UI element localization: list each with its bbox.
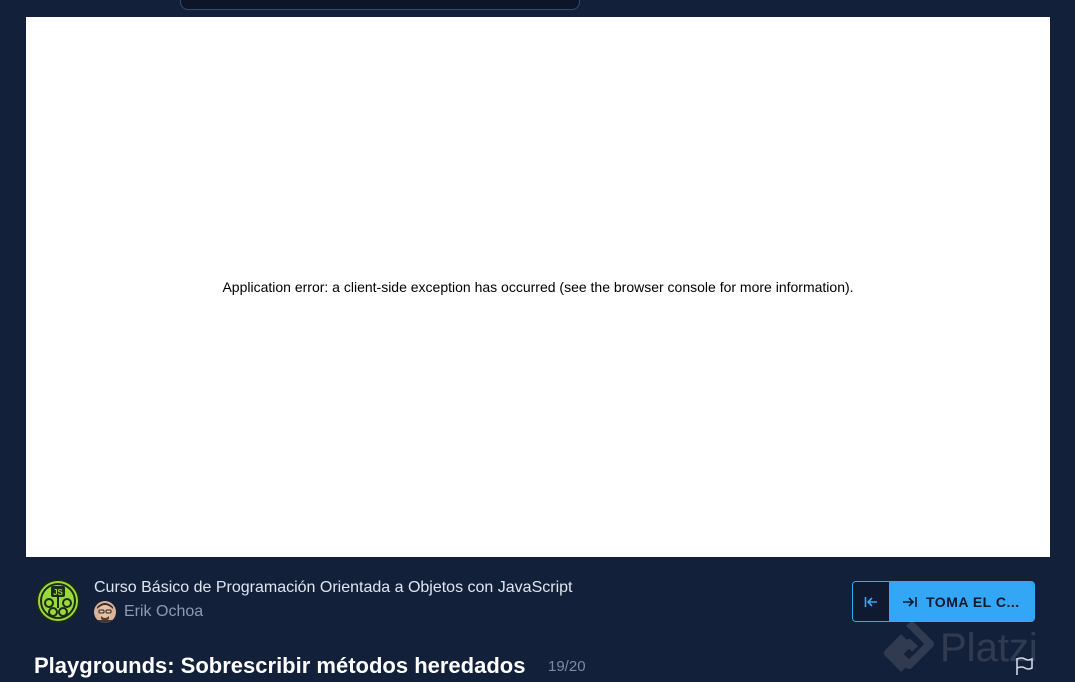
teacher-avatar: [94, 601, 116, 623]
video-player[interactable]: Application error: a client-side excepti…: [26, 17, 1050, 557]
flag-icon: [1016, 657, 1033, 675]
arrow-left-to-bar-icon: [864, 596, 877, 607]
class-title: Playgrounds: Sobrescribir métodos hereda…: [34, 653, 526, 678]
teacher-info: Erik Ochoa: [94, 601, 203, 623]
course-title[interactable]: Curso Básico de Programación Orientada a…: [94, 579, 572, 597]
platzi-logo-icon: [884, 621, 934, 672]
search-input[interactable]: [180, 0, 580, 10]
badge-label: JS: [53, 588, 63, 597]
next-class-label: TOMA EL C...: [926, 593, 1020, 610]
error-message: Application error: a client-side excepti…: [222, 279, 854, 295]
teacher-name[interactable]: Erik Ochoa: [124, 603, 203, 621]
report-flag-button[interactable]: [1014, 656, 1034, 676]
course-badge-icon[interactable]: JS: [36, 579, 80, 623]
platzi-watermark: Platzi: [884, 618, 1064, 678]
previous-class-button[interactable]: [853, 582, 890, 621]
top-bar: [0, 0, 1075, 17]
class-navigation: TOMA EL C...: [852, 581, 1035, 622]
arrow-right-to-bar-icon: [903, 596, 917, 607]
class-counter: 19/20: [548, 658, 586, 675]
next-class-button[interactable]: TOMA EL C...: [890, 582, 1034, 621]
